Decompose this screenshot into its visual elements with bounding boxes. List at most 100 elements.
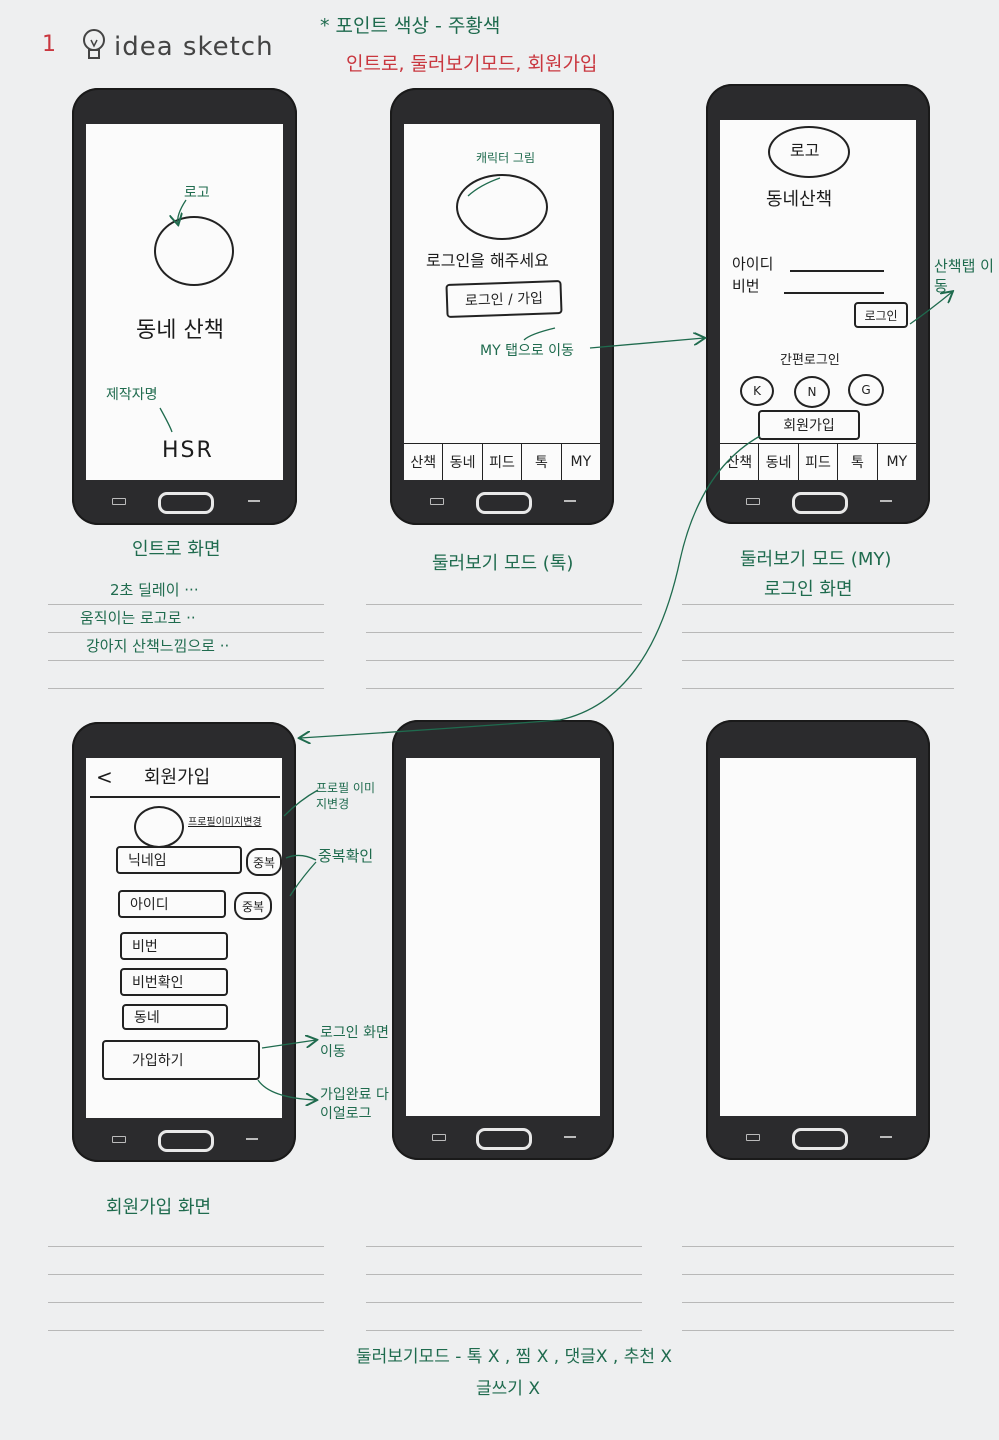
logo-text: 로고 [790,141,820,160]
tab-talk[interactable]: 톡 [522,444,562,480]
footer-note-1: 둘러보기모드 - 톡 X , 찜 X , 댓글X , 추천 X [356,1347,673,1367]
rule-line [366,660,642,661]
back-icon[interactable]: < [96,764,113,791]
lightbulb-icon [82,28,106,66]
phone-browse-talk: 캐릭터 그림 로그인을 해주세요 로그인 / 가입 산책 동네 피드 톡 MY [390,88,614,525]
dup-check-note: 중복확인 [318,847,374,865]
brand-title: idea sketch [114,32,274,62]
id-input-line[interactable] [790,270,884,272]
screen-blank-2 [720,758,916,1116]
phone-blank-1 [392,720,614,1160]
intro-note-1: 2초 딜레이 ··· [110,581,199,599]
rule-line [366,604,642,605]
tab-feed[interactable]: 피드 [483,444,523,480]
back-key-icon [246,1138,258,1140]
logo-circle [154,216,234,286]
intro-note-2: 움직이는 로고로 ·· [80,609,196,627]
home-button [792,1128,848,1150]
signup-button[interactable]: 회원가입 [758,410,860,440]
rule-line [682,1302,954,1303]
rule-line [48,1302,324,1303]
rule-line [48,688,324,689]
caption-intro: 인트로 화면 [132,539,221,560]
id-field[interactable]: 아이디 [118,890,226,918]
rule-line [682,660,954,661]
caption-browse-my-1: 둘러보기 모드 (MY) [740,549,892,570]
id-label: 아이디 [732,255,774,273]
join-button[interactable]: 가입하기 [102,1040,260,1080]
rule-line [682,1246,954,1247]
naver-login-button[interactable]: N [794,376,830,408]
rule-line [682,688,954,689]
kakao-login-button[interactable]: K [740,376,774,406]
home-button [476,492,532,514]
tab-my[interactable]: MY [878,444,916,480]
profile-image[interactable] [134,806,184,848]
rule-line [366,632,642,633]
menu-key-icon [432,1134,446,1141]
login-signup-button[interactable]: 로그인 / 가입 [445,279,563,319]
simple-login-label: 간편로그인 [780,353,840,368]
login-button[interactable]: 로그인 [854,302,908,328]
nickname-dup-check-button[interactable]: 중복 [246,848,282,876]
menu-key-icon [430,498,444,505]
tab-neighborhood[interactable]: 동네 [443,444,483,480]
tab-walk[interactable]: 산책 [720,444,760,480]
logo-note: 로고 [184,185,210,201]
intro-note-3: 강아지 산책느낌으로 ·· [86,637,230,655]
profile-change-link[interactable]: 프로필이미지변경 [188,816,262,830]
page-number: 1 [42,32,56,57]
complete-dialog-note: 가입완료 다이얼로그 [320,1087,389,1122]
phone-signup: < 회원가입 프로필이미지변경 닉네임 중복 아이디 중복 비번 비번확인 동네… [72,722,296,1162]
author-note: 제작자명 [106,387,158,403]
password-field[interactable]: 비번 [120,932,228,960]
app-name: 동네 산책 [136,318,224,343]
pw-label: 비번 [732,277,760,295]
nickname-field[interactable]: 닉네임 [116,846,242,874]
home-button [158,492,214,514]
back-key-icon [880,500,892,502]
menu-key-icon [746,498,760,505]
caption-browse-talk: 둘러보기 모드 (톡) [432,553,574,574]
author-name: HSR [162,438,214,463]
back-key-icon [564,500,576,502]
screen-browse-my: 로고 동네산책 아이디 비번 로그인 간편로그인 K N G 회원가입 산책 동… [720,120,916,480]
neighborhood-field[interactable]: 동네 [122,1004,228,1030]
tab-neighborhood[interactable]: 동네 [759,444,799,480]
back-key-icon [248,500,260,502]
phone-blank-2 [706,720,930,1160]
rule-line [48,604,324,605]
screen-signup: < 회원가입 프로필이미지변경 닉네임 중복 아이디 중복 비번 비번확인 동네… [86,758,282,1118]
pw-input-line[interactable] [784,292,884,294]
title-divider [90,796,280,798]
move-to-my-note: MY 탭으로 이동 [480,343,574,359]
point-color-note: * 포인트 색상 - 주황색 [320,15,501,37]
rule-line [48,1330,324,1331]
rule-line [366,1274,642,1275]
screen-intro: 로고 동네 산책 제작자명 HSR [86,124,283,480]
back-key-icon [564,1136,576,1138]
home-button [792,492,848,514]
tab-feed[interactable]: 피드 [799,444,839,480]
phone-intro: 로고 동네 산책 제작자명 HSR [72,88,297,525]
tab-my[interactable]: MY [562,444,600,480]
rule-line [48,1274,324,1275]
google-login-button[interactable]: G [848,374,884,406]
caption-signup: 회원가입 화면 [106,1197,212,1218]
password-confirm-field[interactable]: 비번확인 [120,968,228,996]
rule-line [682,604,954,605]
rule-line [682,1274,954,1275]
caption-browse-my-2: 로그인 화면 [764,579,853,600]
tab-talk[interactable]: 톡 [838,444,878,480]
menu-key-icon [112,498,126,505]
walk-tab-note: 산책탭 이동 [934,257,994,296]
tab-bar: 산책 동네 피드 톡 MY [720,443,916,480]
screens-note: 인트로, 둘러보기모드, 회원가입 [346,53,598,75]
id-dup-check-button[interactable]: 중복 [234,892,272,920]
rule-line [366,1302,642,1303]
tab-walk[interactable]: 산책 [404,444,444,480]
back-key-icon [880,1136,892,1138]
home-button [476,1128,532,1150]
menu-key-icon [112,1136,126,1143]
rule-line [48,1246,324,1247]
